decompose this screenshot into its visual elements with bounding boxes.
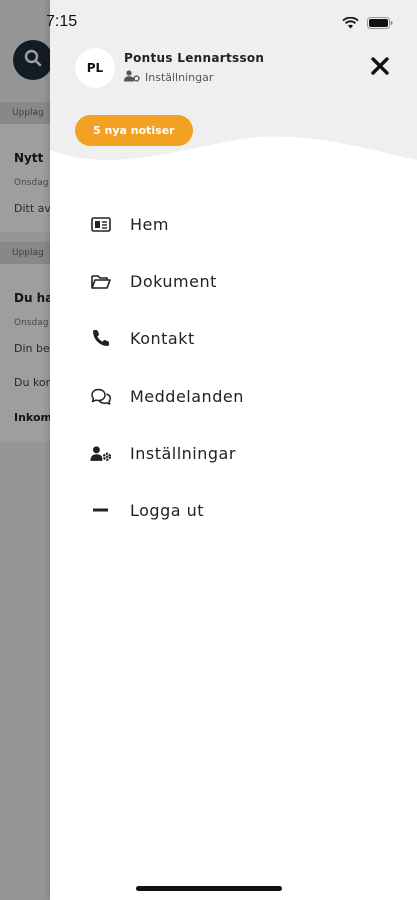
status-time: 7:15 [46,13,78,30]
phone-icon [90,329,112,347]
battery-icon [367,14,393,33]
menu-item-label: Inställningar [130,443,236,463]
menu-item-meddelanden[interactable]: Meddelanden [90,376,244,416]
wifi-icon [342,14,359,33]
home-card-icon [90,216,112,232]
menu-item-dokument[interactable]: Dokument [90,261,217,301]
user-settings-icon [124,70,140,85]
user-settings-label: Inställningar [145,71,214,84]
menu-item-label: Hem [130,214,169,234]
minus-icon [90,508,112,512]
menu-item-label: Kontakt [130,328,195,348]
menu-item-label: Meddelanden [130,386,244,406]
menu-item-hem[interactable]: Hem [90,204,169,244]
menu-item-label: Logga ut [130,500,205,520]
home-indicator[interactable] [136,886,282,891]
user-settings-icon [90,445,112,462]
menu-item-logga-ut[interactable]: Logga ut [90,490,204,530]
status-bar: 7:15 [0,0,417,44]
chat-icon [90,388,112,405]
user-settings-link[interactable]: Inställningar [124,70,213,85]
notifications-badge-button[interactable]: 5 nya notiser [75,115,193,146]
menu-item-installningar[interactable]: Inställningar [90,433,236,473]
menu-item-kontakt[interactable]: Kontakt [90,318,195,358]
avatar[interactable]: PL [75,48,115,88]
close-button[interactable] [368,56,392,80]
close-icon [370,56,390,80]
navigation-drawer: PL Pontus Lennartsson Inställningar 5 ny… [50,0,417,900]
folder-icon [90,274,112,289]
menu-item-label: Dokument [130,271,217,291]
user-name: Pontus Lennartsson [124,51,265,65]
